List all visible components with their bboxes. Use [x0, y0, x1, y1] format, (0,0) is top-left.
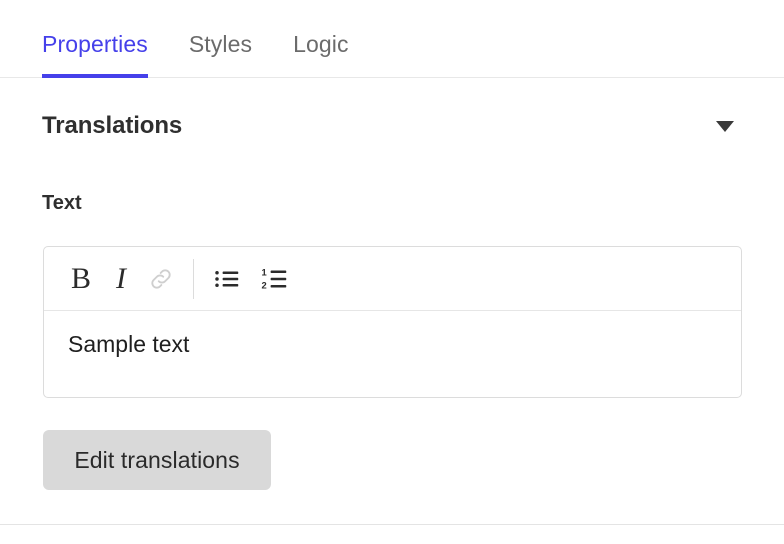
numbered-list-icon[interactable]: 1 2	[255, 259, 295, 299]
tab-properties[interactable]: Properties	[42, 31, 148, 78]
rich-text-editor: B I 1 2 Sample text	[43, 246, 742, 398]
caret-down-icon[interactable]	[716, 120, 734, 132]
text-editor-content[interactable]: Sample text	[44, 311, 741, 397]
svg-text:2: 2	[262, 280, 267, 290]
link-icon[interactable]	[141, 259, 181, 299]
translations-section-header[interactable]: Translations	[42, 104, 742, 148]
panel-bottom-divider	[0, 524, 784, 525]
tab-bar: Properties Styles Logic	[0, 0, 784, 78]
properties-panel: Properties Styles Logic Translations Tex…	[0, 0, 784, 544]
text-field-label: Text	[42, 192, 82, 214]
edit-translations-button[interactable]: Edit translations	[43, 430, 271, 490]
svg-text:1: 1	[262, 267, 267, 277]
tab-logic[interactable]: Logic	[293, 33, 348, 77]
toolbar-divider	[193, 258, 194, 299]
tab-styles[interactable]: Styles	[189, 33, 252, 77]
rich-text-toolbar: B I 1 2	[44, 247, 741, 311]
tab-properties-label: Properties	[42, 31, 148, 57]
italic-icon[interactable]: I	[101, 259, 141, 299]
italic-glyph: I	[116, 261, 126, 295]
bold-icon[interactable]: B	[61, 259, 101, 299]
edit-translations-label: Edit translations	[74, 446, 240, 473]
tab-styles-label: Styles	[188, 31, 253, 57]
tab-logic-label: Logic	[293, 31, 349, 57]
bulleted-list-icon[interactable]	[207, 259, 247, 299]
bold-glyph: B	[70, 261, 91, 295]
section-title: Translations	[42, 112, 183, 139]
